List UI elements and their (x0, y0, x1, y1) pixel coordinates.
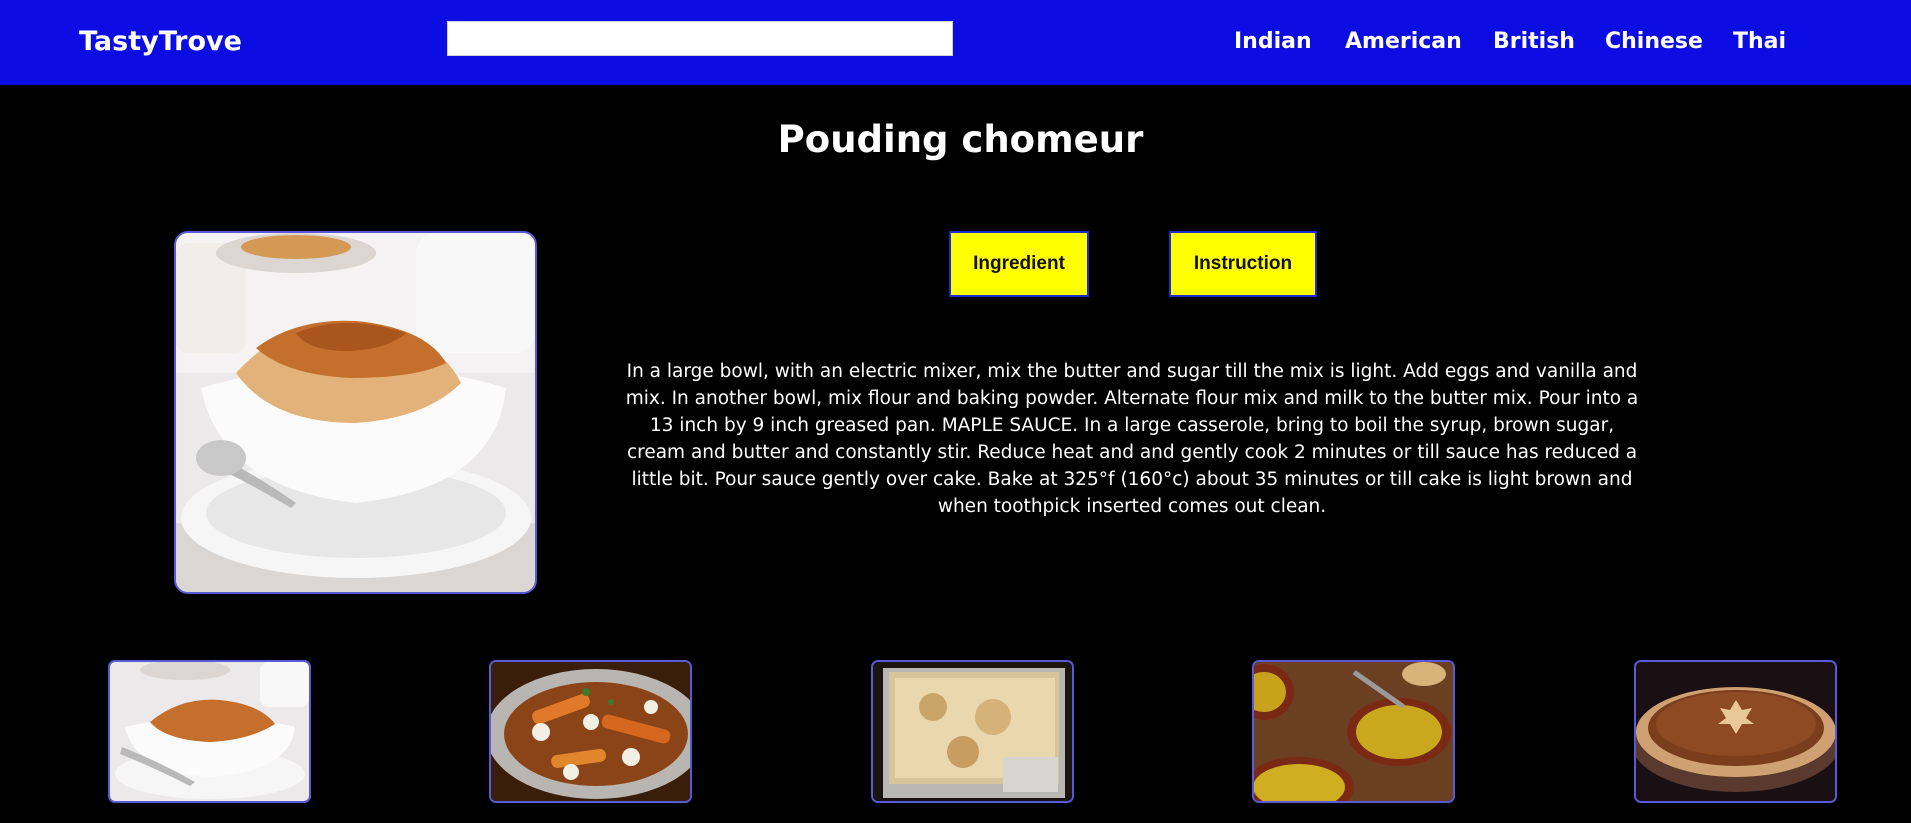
related-recipe-thumbnail-5[interactable] (1634, 660, 1837, 803)
nav-link-british[interactable]: British (1493, 26, 1575, 58)
top-navbar: TastyTrove Indian American British Chine… (0, 0, 1911, 85)
nav-link-american[interactable]: American (1345, 26, 1462, 58)
related-recipe-thumbnail-4[interactable] (1252, 660, 1455, 803)
ingredient-tab-button[interactable]: Ingredient (949, 231, 1089, 297)
nav-link-indian[interactable]: Indian (1234, 26, 1312, 58)
search-input[interactable] (447, 21, 953, 56)
instruction-tab-button[interactable]: Instruction (1169, 231, 1317, 297)
brand-logo[interactable]: TastyTrove (79, 24, 242, 60)
related-recipe-thumbnail-1[interactable] (108, 660, 311, 803)
nav-link-chinese[interactable]: Chinese (1605, 26, 1703, 58)
related-recipe-thumbnail-3[interactable] (871, 660, 1074, 803)
recipe-instructions: In a large bowl, with an electric mixer,… (625, 361, 1639, 517)
nav-link-thai[interactable]: Thai (1733, 26, 1786, 58)
related-recipe-thumbnail-2[interactable] (489, 660, 692, 803)
recipe-title: Pouding chomeur (777, 118, 1144, 161)
recipe-hero-image (174, 231, 537, 594)
